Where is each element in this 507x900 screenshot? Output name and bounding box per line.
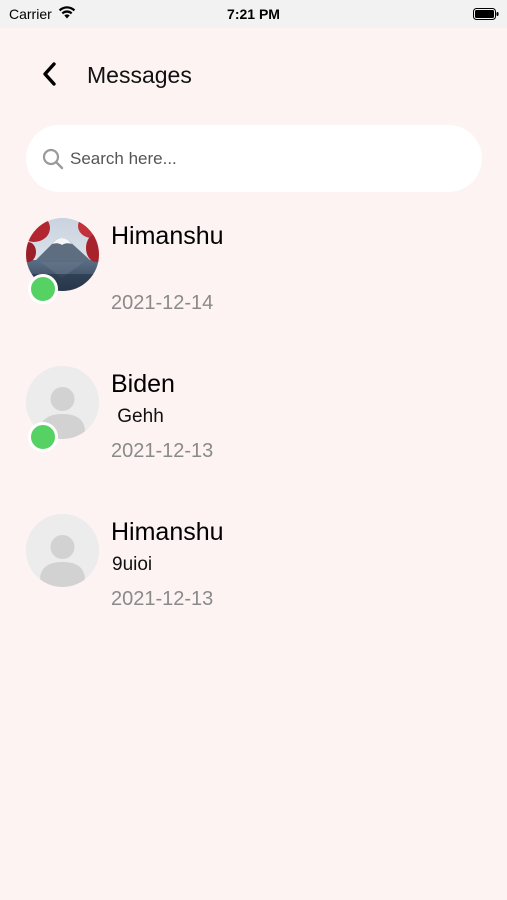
battery-icon [473,7,499,20]
chat-list-item[interactable]: Biden Gehh 2021-12-13 [0,362,507,510]
chevron-left-icon [43,62,56,86]
search-icon [40,146,66,172]
online-status-dot [28,422,58,452]
message-date: 2021-12-14 [111,292,214,314]
back-button[interactable] [34,58,64,90]
avatar [26,514,99,587]
contact-name: Himanshu [111,222,224,250]
message-preview: Gehh [112,406,164,427]
message-preview: 9uioi [112,554,153,575]
header: Messages [0,28,507,118]
message-date: 2021-12-13 [111,588,214,610]
page-title: Messages [87,62,192,88]
status-bar: Carrier 7:21 PM [0,0,507,28]
default-person-icon [26,514,99,587]
contact-name: Biden [111,370,175,398]
message-date: 2021-12-13 [111,440,214,462]
search-input[interactable] [68,137,452,180]
chat-list: Himanshu 2021-12-14 Biden Gehh 2021-12-1… [0,214,507,658]
contact-name: Himanshu [111,518,224,546]
chat-list-item[interactable]: Himanshu 2021-12-14 [0,214,507,362]
status-time: 7:21 PM [227,6,280,22]
chat-list-item[interactable]: Himanshu 9uioi 2021-12-13 [0,510,507,658]
search-bar[interactable] [26,125,482,192]
online-status-dot [28,274,58,304]
